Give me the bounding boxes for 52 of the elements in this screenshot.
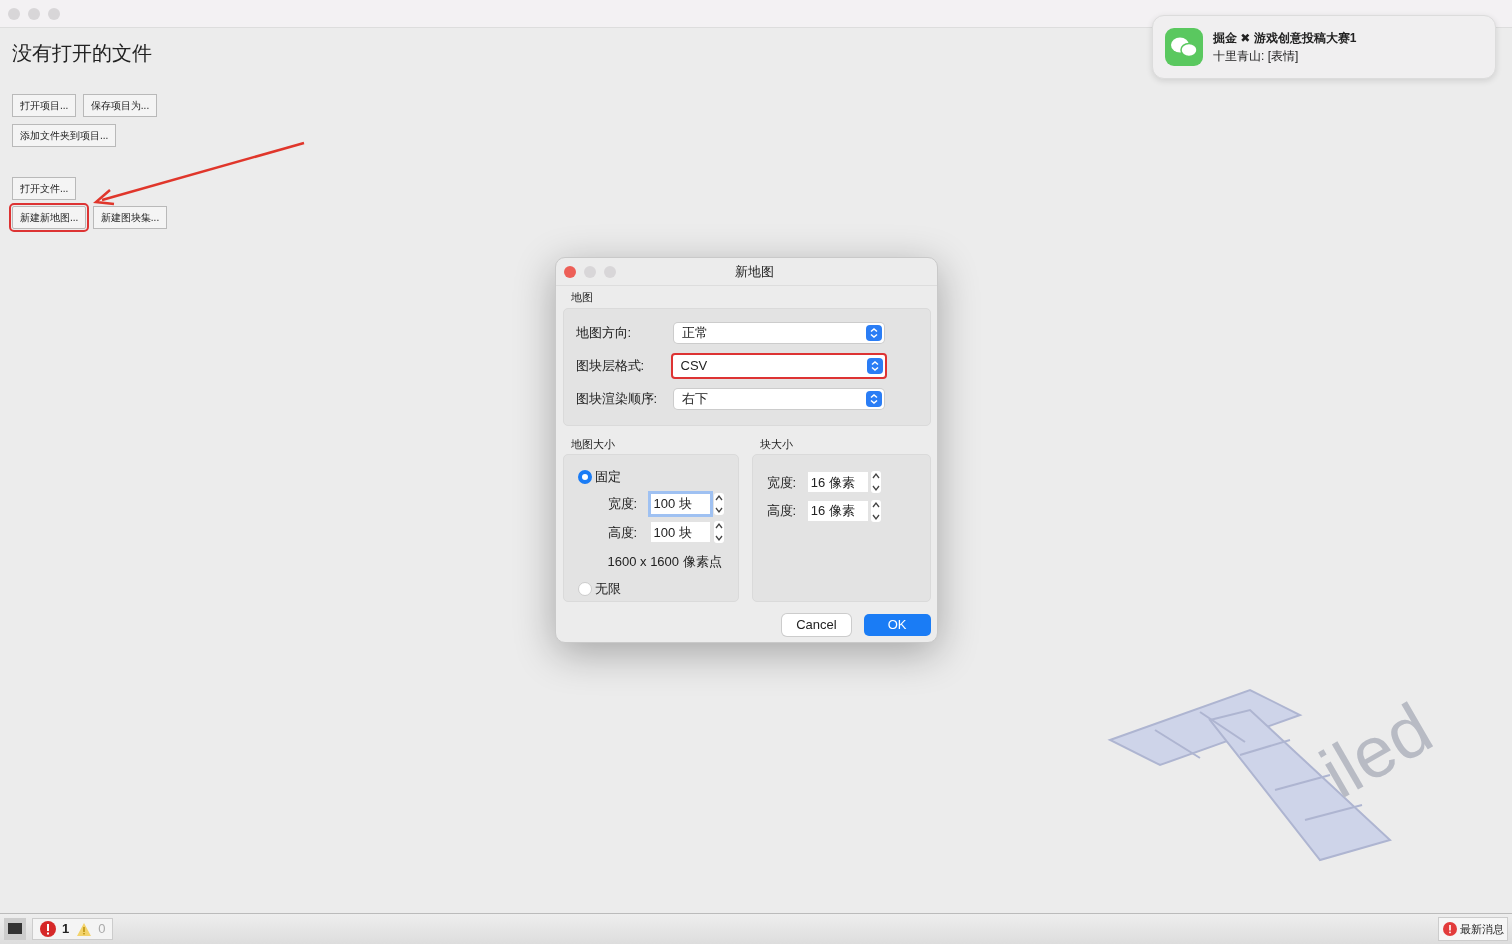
stepper-icon[interactable] xyxy=(713,492,724,515)
stepper-icon[interactable] xyxy=(871,499,881,522)
action-button[interactable]: 新建图块集... xyxy=(92,206,168,229)
news-button[interactable]: 最新消息 xyxy=(1438,917,1508,941)
number-field[interactable]: 100 块 xyxy=(650,493,711,514)
field-label: 宽度: xyxy=(766,473,798,492)
chevron-icon xyxy=(866,357,883,374)
action-button[interactable]: 打开项目... xyxy=(12,94,77,117)
chat-app-icon xyxy=(1165,28,1203,66)
field-label: 高度: xyxy=(607,523,639,542)
console-icon[interactable] xyxy=(4,918,26,940)
number-field[interactable]: 16 像素 xyxy=(807,472,868,493)
number-field[interactable]: 16 像素 xyxy=(807,500,868,521)
section-title: 地图大小 xyxy=(570,436,616,452)
field-label: 宽度: xyxy=(607,495,639,513)
dialog-button[interactable]: OK xyxy=(863,614,931,636)
notification-message: 十里青山: [表情] xyxy=(1213,48,1300,65)
chevron-icon xyxy=(865,324,882,341)
field-label: 图块渲染顺序: xyxy=(575,390,659,408)
notification-title: 掘金 ✖ 游戏创意投稿大赛1 xyxy=(1213,30,1357,47)
alert-icon xyxy=(1442,922,1457,936)
dialog-button[interactable]: Cancel xyxy=(782,614,851,636)
issues-button[interactable]: 1 0 xyxy=(32,918,113,940)
number-field[interactable]: 100 块 xyxy=(650,522,711,543)
notification-banner[interactable]: 掘金 ✖ 游戏创意投稿大赛1 十里青山: [表情] xyxy=(1152,15,1496,79)
dialog-title: 新地图 xyxy=(734,262,775,281)
field-label: 地图方向: xyxy=(575,324,633,342)
section-title: 地图 xyxy=(570,290,594,306)
field-label: 图块层格式: xyxy=(575,357,646,375)
warning-count: 0 xyxy=(98,920,106,939)
size-summary: 1600 x 1600 像素点 xyxy=(607,552,723,571)
dropdown[interactable]: CSV xyxy=(670,352,887,379)
option-label: 固定 xyxy=(594,468,621,487)
chevron-icon xyxy=(865,390,882,407)
option-label: 无限 xyxy=(594,580,621,599)
action-button[interactable]: 新建新地图... xyxy=(12,206,87,229)
warning-icon xyxy=(75,921,92,937)
field-label: 高度: xyxy=(766,502,798,520)
dropdown[interactable]: 右下 xyxy=(673,388,884,409)
section-title: 块大小 xyxy=(759,436,794,452)
radio-button[interactable] xyxy=(577,470,592,484)
page-heading: 没有打开的文件 xyxy=(12,41,152,66)
close-window-button[interactable] xyxy=(564,265,576,278)
radio-button[interactable] xyxy=(577,582,592,596)
error-count: 1 xyxy=(62,920,70,939)
stepper-icon[interactable] xyxy=(713,521,724,544)
dropdown[interactable]: 正常 xyxy=(673,322,884,343)
action-button[interactable]: 添加文件夹到项目... xyxy=(12,123,117,147)
action-button[interactable]: 保存项目为... xyxy=(82,94,158,117)
error-icon xyxy=(39,921,56,937)
stepper-icon[interactable] xyxy=(871,471,881,494)
action-button[interactable]: 打开文件... xyxy=(12,176,77,200)
